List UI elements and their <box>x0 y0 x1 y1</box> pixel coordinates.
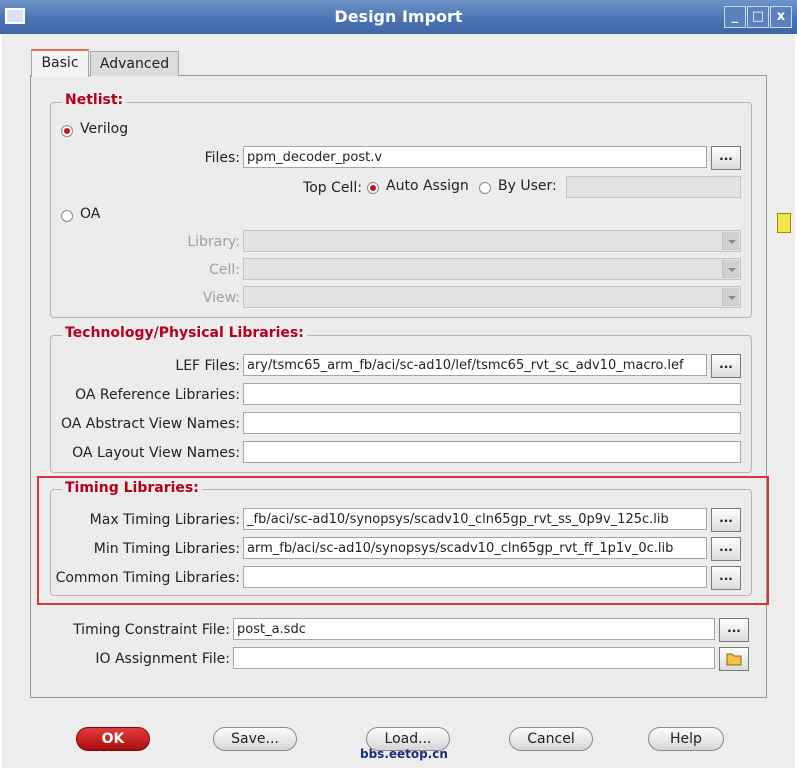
by-user-label: By User: <box>498 178 557 194</box>
sdc-browse-button[interactable]: ... <box>719 618 749 642</box>
ok-button[interactable]: OK <box>76 727 150 751</box>
oa-ref-input[interactable] <box>243 383 741 405</box>
timing-highlight-box <box>37 476 769 605</box>
verilog-radio[interactable] <box>61 125 73 137</box>
lef-browse-button[interactable]: ... <box>711 354 741 378</box>
netlist-title: Netlist: <box>62 92 127 108</box>
tab-advanced[interactable]: Advanced <box>90 51 179 76</box>
folder-icon <box>726 653 742 666</box>
chevron-down-icon <box>722 232 739 250</box>
cancel-button[interactable]: Cancel <box>509 727 593 751</box>
view-label: View: <box>202 290 240 306</box>
files-input[interactable]: ppm_decoder_post.v <box>243 146 707 168</box>
library-label: Library: <box>187 234 240 250</box>
by-user-radio[interactable] <box>479 182 491 194</box>
maximize-button[interactable]: □ <box>747 6 769 28</box>
sticky-note-icon <box>777 213 791 233</box>
files-label: Files: <box>204 150 240 166</box>
cell-combo[interactable] <box>243 258 741 280</box>
lef-files-input[interactable]: ary/tsmc65_arm_fb/aci/sc-ad10/lef/tsmc65… <box>243 354 707 376</box>
chevron-down-icon <box>722 288 739 306</box>
window-title: Design Import <box>334 7 463 26</box>
oa-layout-label: OA Layout View Names: <box>72 445 240 461</box>
watermark: bbs.eetop.cn <box>360 747 448 761</box>
help-button[interactable]: Help <box>648 727 724 751</box>
sdc-label: Timing Constraint File: <box>73 622 230 638</box>
oa-abstract-label: OA Abstract View Names: <box>60 416 240 432</box>
io-input[interactable] <box>233 647 715 669</box>
save-button[interactable]: Save... <box>213 727 297 751</box>
close-button[interactable]: x <box>770 6 792 28</box>
chevron-down-icon <box>722 260 739 278</box>
sdc-input[interactable]: post_a.sdc <box>233 618 715 640</box>
files-browse-button[interactable]: ... <box>711 146 741 170</box>
cell-label: Cell: <box>209 262 240 278</box>
oa-ref-label: OA Reference Libraries: <box>75 387 240 403</box>
io-browse-button[interactable] <box>719 647 749 671</box>
tab-basic[interactable]: Basic <box>31 49 89 77</box>
io-label: IO Assignment File: <box>95 651 230 667</box>
tech-title: Technology/Physical Libraries: <box>62 325 307 341</box>
verilog-label: Verilog <box>80 121 129 137</box>
minimize-button[interactable]: _ <box>724 6 746 28</box>
oa-layout-input[interactable] <box>243 441 741 463</box>
oa-abstract-input[interactable] <box>243 412 741 434</box>
view-combo[interactable] <box>243 286 741 308</box>
oa-label: OA <box>80 206 101 222</box>
oa-radio[interactable] <box>61 210 73 222</box>
by-user-input[interactable] <box>566 176 741 198</box>
library-combo[interactable] <box>243 230 741 252</box>
auto-assign-radio[interactable] <box>367 182 379 194</box>
lef-files-label: LEF Files: <box>175 358 240 374</box>
auto-assign-label: Auto Assign <box>386 178 469 194</box>
top-cell-label: Top Cell: <box>303 180 362 196</box>
